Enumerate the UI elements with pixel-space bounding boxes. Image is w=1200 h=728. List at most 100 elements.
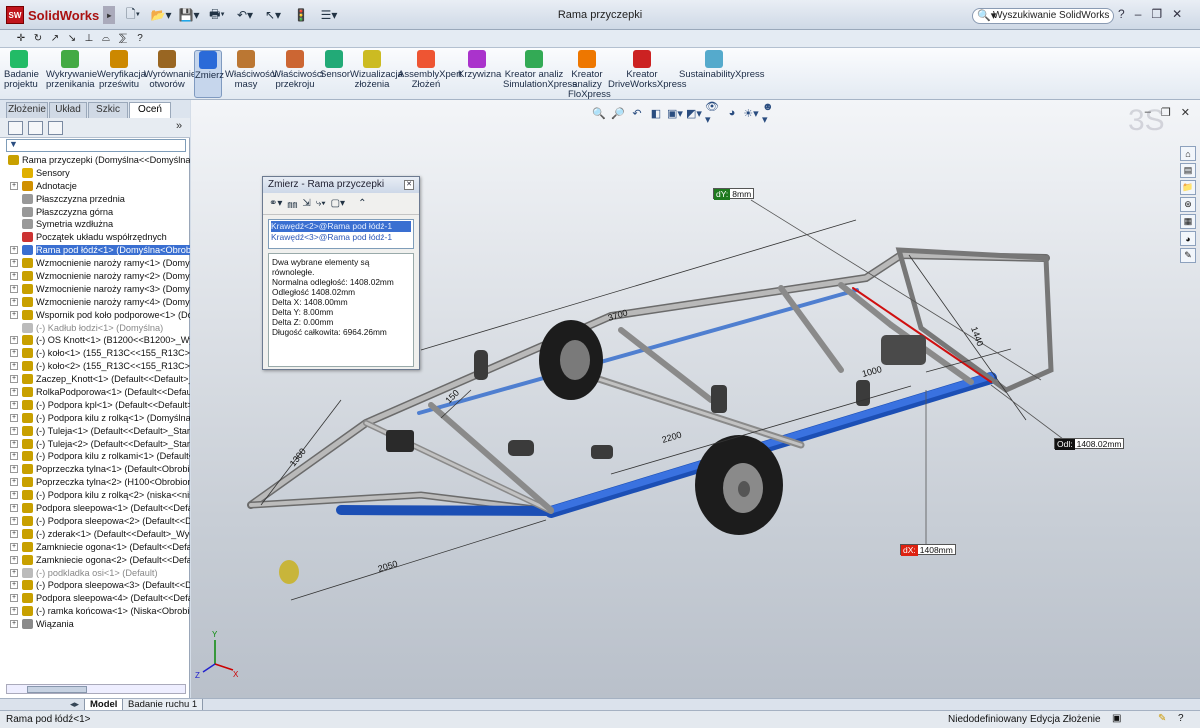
tab-1[interactable]: Układ [49, 102, 87, 118]
tree-node[interactable]: + Poprzeczka tylna<2> (H100<Obrobiona [0, 476, 190, 489]
tree-node[interactable]: + Zamkniecie ogona<2> (Default<<Defau [0, 554, 190, 567]
dx-callout[interactable]: dX: 1408mm [900, 544, 956, 556]
tab-0[interactable]: Złożenie [6, 102, 48, 118]
expand-toggle-icon[interactable]: + [10, 388, 18, 397]
expand-toggle-icon[interactable]: + [10, 426, 18, 435]
expand-toggle-icon[interactable]: + [10, 259, 18, 268]
equation-icon[interactable]: ⅀ [116, 31, 130, 46]
expand-toggle-icon[interactable]: + [10, 516, 18, 525]
tree-node[interactable]: + (-) Podpora kpl<1> (Default<<Default>_ [0, 399, 190, 412]
tab-nav-icon[interactable]: ◂▸ [70, 699, 79, 710]
expand-toggle-icon[interactable]: + [10, 181, 18, 190]
tree-node[interactable]: Symetria wzdłużna [0, 218, 190, 231]
tree-node[interactable]: + (-) Podpora sleepowa<2> (Default<<De [0, 515, 190, 528]
measure-dialog[interactable]: Zmierz - Rama przyczepki ✕ ⚭▾ ㎜ ⇲ ⤷▾ ▢▾ ⌃… [262, 176, 420, 370]
coordinate-icon[interactable]: ▢▾ [331, 198, 345, 209]
tree-node[interactable]: + Rama pod łódź<1> (Domyślna<Obrobio [0, 244, 190, 257]
ribbon-wykrywanie-button[interactable]: Wykrywanie przenikania [46, 50, 97, 90]
expand-toggle-icon[interactable]: + [10, 542, 18, 551]
expand-icon[interactable]: » [176, 120, 182, 132]
collapse-icon[interactable]: ⌃ [358, 198, 366, 209]
scroll-thumb[interactable] [27, 686, 87, 693]
appearances-icon[interactable]: ◕ [1180, 231, 1196, 246]
tree-node[interactable]: + Wzmocnienie naroży ramy<1> (Domyśl [0, 257, 190, 270]
tree-node[interactable]: Płaszczyzna przednia [0, 193, 190, 206]
help-status-icon[interactable]: ? [1178, 713, 1184, 724]
expand-toggle-icon[interactable]: + [10, 568, 18, 577]
search-pane-icon[interactable]: ⊛ [1180, 197, 1196, 212]
ribbon-assemblyxpert-button[interactable]: AssemblyXpert Złożeń [398, 50, 462, 90]
expand-toggle-icon[interactable]: + [10, 362, 18, 371]
ribbon-sensor-button[interactable]: Sensor [320, 50, 350, 80]
selection-item-2[interactable]: Krawędź<3>@Rama pod łódź-1 [271, 232, 411, 243]
ribbon-floxpress-button[interactable]: Kreator analizy FloXpress [568, 50, 611, 100]
tree-node[interactable]: (-) Kadłub łodzi<1> (Domyślna) [0, 322, 190, 335]
tree-node[interactable]: Płaszczyzna górna [0, 206, 190, 219]
expand-toggle-icon[interactable]: + [10, 439, 18, 448]
ribbon-weryfikacja-button[interactable]: Weryfikacja prześwitu [97, 50, 146, 90]
measure-dialog-header[interactable]: Zmierz - Rama przyczepki ✕ [263, 177, 419, 193]
expand-toggle-icon[interactable]: + [10, 413, 18, 422]
expand-toggle-icon[interactable]: + [10, 607, 18, 616]
minimize-icon[interactable]: – [1135, 7, 1142, 21]
tree-scrollbar[interactable] [6, 684, 186, 694]
dy-callout[interactable]: dY: 8mm [713, 188, 755, 200]
expand-toggle-icon[interactable]: + [10, 620, 18, 629]
tree-node[interactable]: + (-) Podpora kilu z rolką<2> (niska<<nis… [0, 489, 190, 502]
design-library-icon[interactable]: ▤ [1180, 163, 1196, 178]
tree-node[interactable]: + (-) koło<1> (155_R13C<<155_R13C>_Sta [0, 347, 190, 360]
xyz-icon[interactable]: ⇲ [302, 198, 310, 209]
expand-toggle-icon[interactable]: + [10, 246, 18, 255]
restore-icon[interactable]: ❐ [1151, 7, 1162, 21]
odl-callout[interactable]: Odl: 1408.02mm [1054, 438, 1125, 450]
tree-node[interactable]: + (-) Tuleja<1> (Default<<Default>_Stan w [0, 425, 190, 438]
expand-toggle-icon[interactable]: + [10, 465, 18, 474]
ribbon-krzywizna-button[interactable]: Krzywizna [458, 50, 501, 80]
tab-3[interactable]: Oceń [129, 102, 171, 118]
ground-icon[interactable]: ⊥ [82, 31, 96, 46]
expand-toggle-icon[interactable]: + [10, 375, 18, 384]
ribbon-wyrownanie-button[interactable]: Wyrównanie otworów [144, 50, 196, 90]
centerline-icon[interactable]: ↘ [65, 31, 79, 46]
tree-node[interactable]: + Adnotacje [0, 180, 190, 193]
expand-toggle-icon[interactable]: + [10, 400, 18, 409]
tree-node[interactable]: + RolkaPodporowa<1> (Default<<Default [0, 386, 190, 399]
point-icon[interactable]: ✛ [14, 31, 28, 46]
expand-toggle-icon[interactable]: + [10, 529, 18, 538]
expand-toggle-icon[interactable]: + [10, 284, 18, 293]
tree-node[interactable]: + (-) OS Knott<1> (B1200<<B1200>_Wygl [0, 334, 190, 347]
file-explorer-icon[interactable]: 📁 [1180, 180, 1196, 195]
ribbon-sustain-button[interactable]: SustainabilityXpress [679, 50, 765, 80]
help-icon[interactable]: ? [1118, 7, 1125, 21]
tree-node[interactable]: + (-) Tuleja<2> (Default<<Default>_Stan w [0, 438, 190, 451]
tree-node[interactable]: + (-) zderak<1> (Default<<Default>_Wygl [0, 528, 190, 541]
arc-icon[interactable]: ↻ [31, 31, 45, 46]
expand-toggle-icon[interactable]: + [10, 581, 18, 590]
selection-list[interactable]: Krawędź<2>@Rama pod łódź-1 Krawędź<3>@Ra… [268, 219, 414, 249]
expand-toggle-icon[interactable]: + [10, 310, 18, 319]
tree-node[interactable]: + (-) Podpora kilu z rolkami<1> (Default< [0, 450, 190, 463]
expand-toggle-icon[interactable]: + [10, 336, 18, 345]
expand-toggle-icon[interactable]: + [10, 594, 18, 603]
config-manager-icon[interactable] [48, 121, 63, 135]
tree-node[interactable]: + Wzmocnienie naroży ramy<2> (Domyśl [0, 270, 190, 283]
point-to-point-icon[interactable]: ⤷▾ [316, 198, 326, 209]
ribbon-zmierz-button[interactable]: Zmierz [194, 50, 224, 98]
expand-toggle-icon[interactable]: + [10, 272, 18, 281]
tree-node[interactable]: + Poprzeczka tylna<1> (Default<Obrobior [0, 463, 190, 476]
tree-node[interactable]: + (-) podkladka osi<1> (Default) [0, 567, 190, 580]
dome-icon[interactable]: ⌓ [99, 31, 113, 46]
tree-node[interactable]: + Wspornik pod koło podporowe<1> (Dor [0, 309, 190, 322]
ribbon-przekroj-button[interactable]: Właściwości przekroju [272, 50, 324, 90]
tree-node[interactable]: + Wiązania [0, 618, 190, 631]
dialog-close-icon[interactable]: ✕ [404, 180, 414, 190]
tree-filter[interactable]: ▼ [6, 139, 186, 152]
expand-toggle-icon[interactable]: + [10, 478, 18, 487]
question-icon[interactable]: ? [133, 31, 147, 46]
tree-node[interactable]: + Wzmocnienie naroży ramy<3> (Domyśl [0, 283, 190, 296]
expand-toggle-icon[interactable]: + [10, 555, 18, 564]
units-icon[interactable]: ㎜ [287, 196, 297, 211]
quick-tips-icon[interactable]: ✎ [1158, 713, 1166, 724]
line-icon[interactable]: ↗ [48, 31, 62, 46]
ribbon-simulation-button[interactable]: Kreator analiz SimulationXpress [503, 50, 577, 90]
